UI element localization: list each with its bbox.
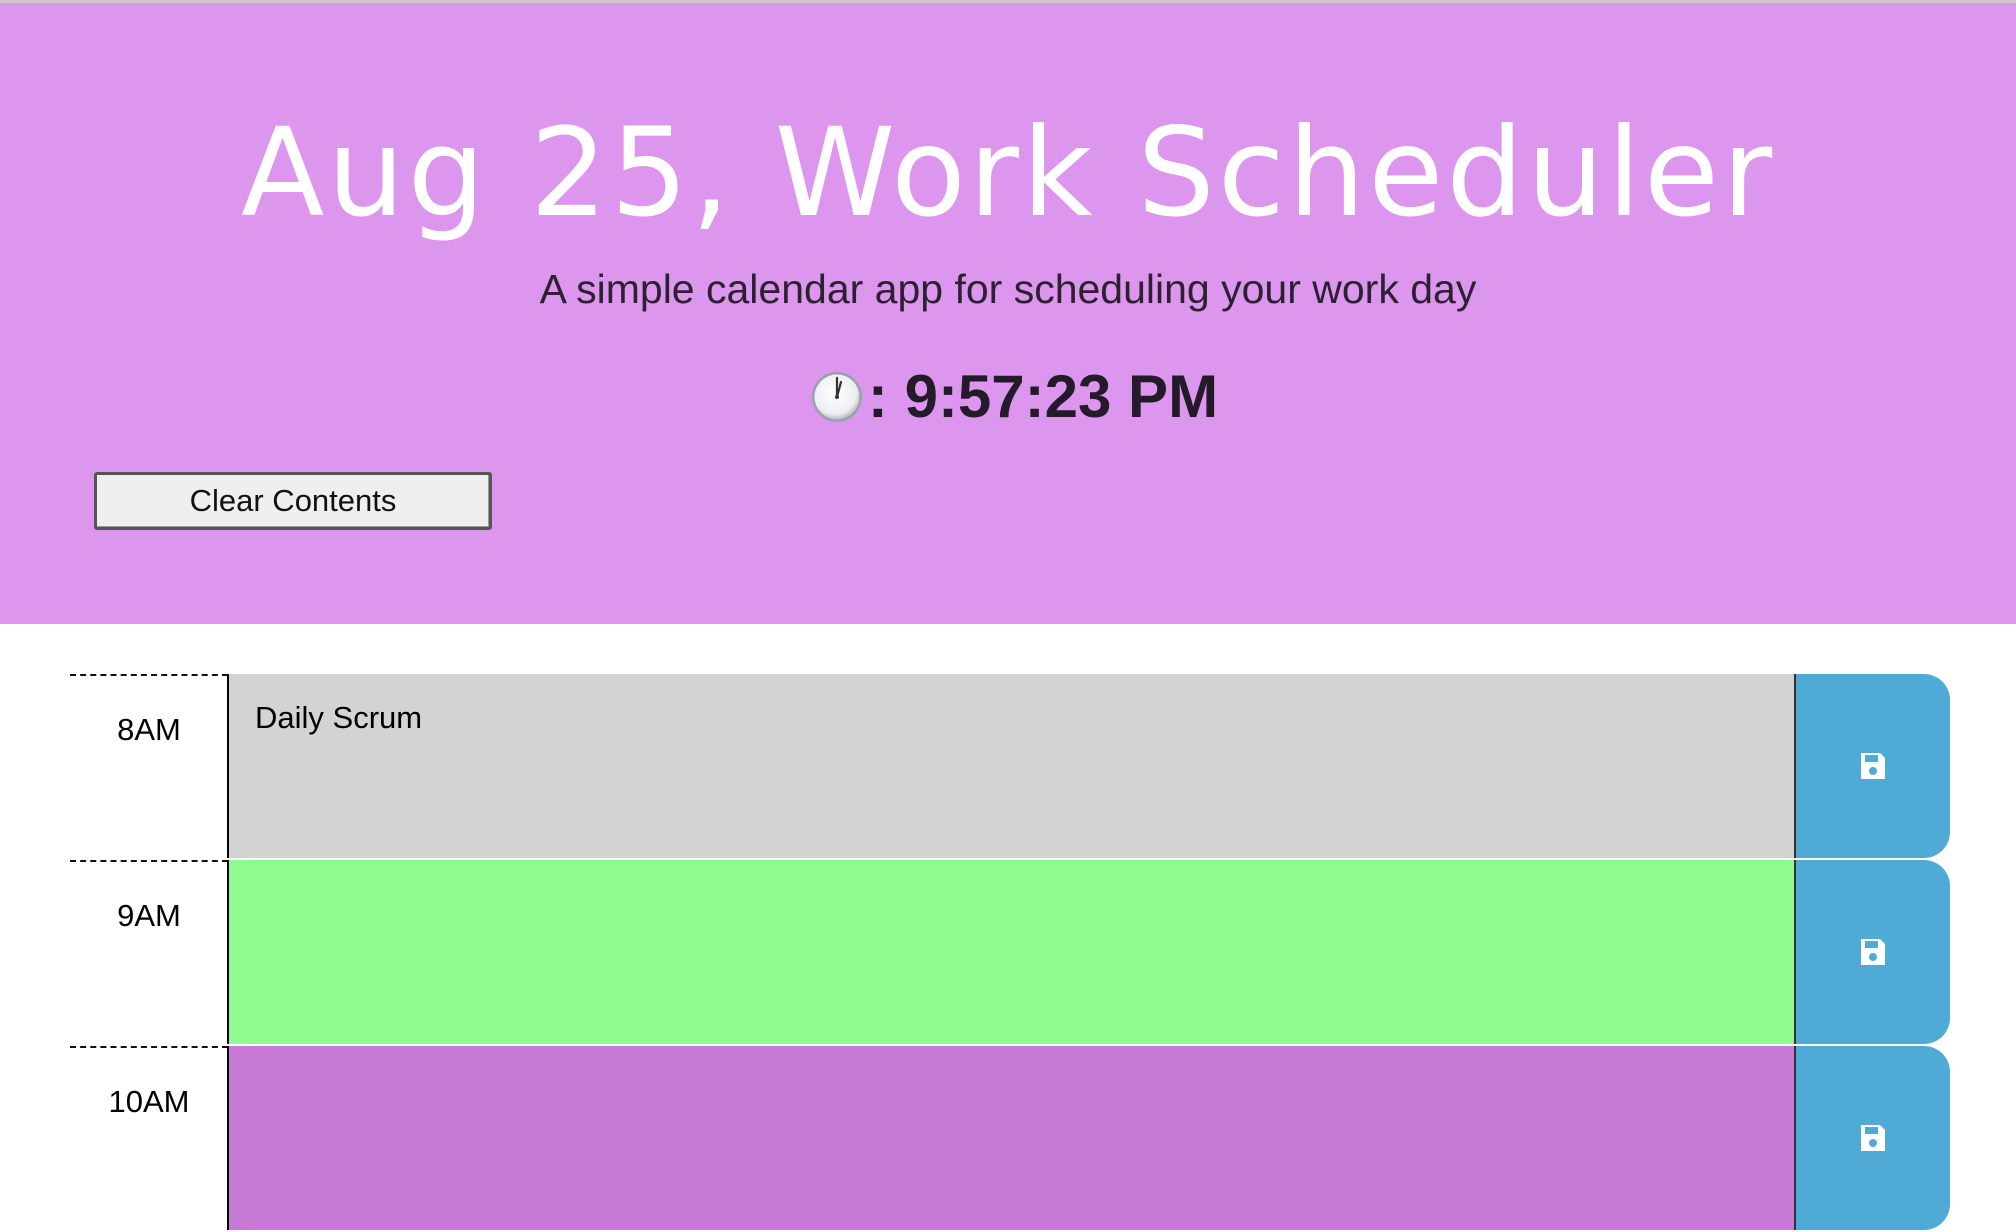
floppy-disk-icon xyxy=(1861,753,1885,779)
time-block-9am: 9AM xyxy=(0,860,2016,1046)
current-time: : 9:57:23 PM xyxy=(0,359,2016,435)
hour-label: 10AM xyxy=(108,1084,190,1119)
description-input[interactable] xyxy=(227,860,1795,1044)
clock-time: : 9:57:23 PM xyxy=(867,363,1219,430)
clock-face-icon xyxy=(811,372,862,422)
description-input[interactable] xyxy=(227,1046,1795,1230)
save-button[interactable] xyxy=(1794,674,1950,858)
hour-label: 8AM xyxy=(117,712,181,747)
floppy-disk-icon xyxy=(1861,1125,1885,1151)
save-button[interactable] xyxy=(1794,860,1950,1044)
save-button[interactable] xyxy=(1794,1046,1950,1230)
time-block-8am: 8AM Daily Scrum xyxy=(0,674,2016,860)
time-block-10am: 10AM xyxy=(0,1046,2016,1232)
hour-cell: 9AM xyxy=(70,860,228,1046)
hour-cell: 10AM xyxy=(70,1046,228,1232)
floppy-disk-icon xyxy=(1861,939,1885,965)
description-input[interactable]: Daily Scrum xyxy=(227,674,1795,858)
hour-label: 9AM xyxy=(117,898,181,933)
hour-cell: 8AM xyxy=(70,674,228,860)
clear-contents-button[interactable]: Clear Contents xyxy=(94,472,492,530)
page-title: Aug 25, Work Scheduler xyxy=(240,102,1776,244)
page-subtitle: A simple calendar app for scheduling you… xyxy=(539,266,1477,312)
header-banner: Aug 25, Work Scheduler A simple calendar… xyxy=(0,3,2016,624)
